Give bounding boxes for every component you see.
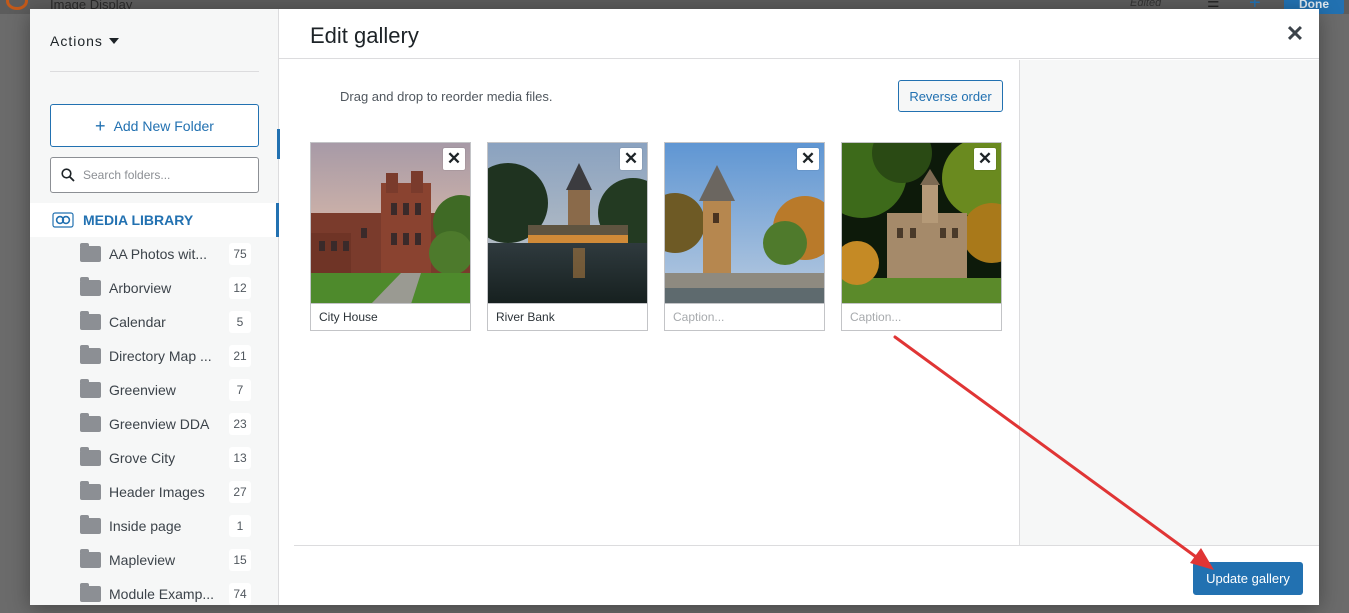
folder-name: Directory Map ... [109,348,212,364]
folder-count: 75 [229,243,251,265]
close-icon[interactable]: ✕ [1285,23,1305,45]
remove-icon[interactable]: ✕ [443,148,465,170]
folder-search [50,157,259,193]
folder-icon [80,447,101,466]
folder-icon [80,311,101,330]
folder-icon [80,379,101,398]
search-folders-input[interactable] [83,168,243,182]
gallery-content: Drag and drop to reorder media files. Re… [294,60,1020,546]
remove-icon[interactable]: ✕ [797,148,819,170]
reverse-order-button[interactable]: Reverse order [898,80,1003,112]
caption-input[interactable] [842,303,1001,330]
sidebar-resize-handle[interactable] [277,129,280,159]
folder-item[interactable]: Calendar 5 [30,305,279,339]
folder-icon [80,515,101,534]
folder-name: Module Examp... [109,586,215,602]
folder-count: 1 [229,515,251,537]
folder-icon [80,549,101,568]
remove-icon[interactable]: ✕ [620,148,642,170]
folder-item[interactable]: Grove City 13 [30,441,279,475]
folder-sidebar: Actions + Add New Folder MEDIA LIBRARY A [30,9,279,605]
folder-name: Inside page [109,518,182,534]
folder-item[interactable]: Header Images 27 [30,475,279,509]
folder-item[interactable]: AA Photos wit... 75 [30,237,279,271]
actions-dropdown[interactable]: Actions [50,33,119,49]
folder-item[interactable]: Directory Map ... 21 [30,339,279,373]
edited-status: Edited [1130,0,1162,9]
folder-count: 15 [229,549,251,571]
actions-label: Actions [50,33,103,49]
gallery-item[interactable]: ✕ [664,142,825,331]
folder-list: AA Photos wit... 75 Arborview 12 Calendar 5… [30,237,279,605]
folder-count: 27 [229,481,251,503]
caption-input[interactable] [311,303,470,330]
folder-item[interactable]: Arborview 12 [30,271,279,305]
folder-icon [80,413,101,432]
folder-name: Header Images [109,484,205,500]
folder-name: Arborview [109,280,172,296]
reorder-instructions: Drag and drop to reorder media files. [340,89,553,104]
plus-icon: + [95,115,106,136]
folder-name: Grove City [109,450,176,466]
folder-item[interactable]: Module Examp... 74 [30,577,279,605]
sidebar-divider [50,71,259,72]
add-folder-label: Add New Folder [113,117,214,134]
folder-count: 13 [229,447,251,469]
gallery-settings-panel [1019,60,1319,546]
gallery-item[interactable]: ✕ [487,142,648,331]
folder-icon [80,583,101,602]
remove-icon[interactable]: ✕ [974,148,996,170]
folder-item[interactable]: Mapleview 15 [30,543,279,577]
media-library-item[interactable]: MEDIA LIBRARY [30,203,279,237]
caption-input[interactable] [665,303,824,330]
folder-icon [80,277,101,296]
modal-header: Edit gallery ✕ [279,9,1319,59]
search-icon [61,168,75,182]
folder-count: 23 [229,413,251,435]
add-new-folder-button[interactable]: + Add New Folder [50,104,259,147]
caret-down-icon [108,38,119,44]
folder-icon [80,243,101,262]
media-library-icon [52,212,74,228]
folder-count: 5 [229,311,251,333]
modal-title: Edit gallery [310,23,419,48]
update-gallery-button[interactable]: Update gallery [1193,562,1303,595]
folder-name: Greenview [109,382,176,398]
folder-count: 12 [229,277,251,299]
modal-footer: Update gallery [294,545,1319,605]
edit-gallery-modal: Actions + Add New Folder MEDIA LIBRARY A [30,9,1319,605]
app-logo [6,0,28,10]
folder-icon [80,345,101,364]
gallery-item[interactable]: ✕ [310,142,471,331]
folder-name: Mapleview [109,552,176,568]
folder-item[interactable]: Greenview 7 [30,373,279,407]
folder-item[interactable]: Greenview DDA 23 [30,407,279,441]
folder-count: 7 [229,379,251,401]
folder-item[interactable]: Inside page 1 [30,509,279,543]
gallery-item[interactable]: ✕ [841,142,1002,331]
caption-input[interactable] [488,303,647,330]
gallery-grid: ✕ City House ✕ River Bank ✕ Caption... ✕… [310,142,1002,331]
media-library-label: MEDIA LIBRARY [83,212,194,228]
folder-name: AA Photos wit... [109,246,208,262]
folder-name: Greenview DDA [109,416,210,432]
folder-count: 21 [229,345,251,367]
folder-icon [80,481,101,500]
folder-name: Calendar [109,314,166,330]
folder-count: 74 [229,583,251,605]
